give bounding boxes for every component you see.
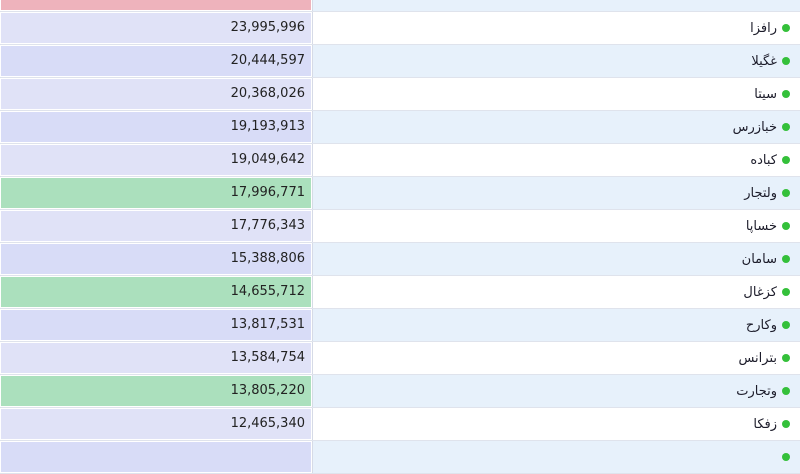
- status-dot-icon: [782, 387, 790, 395]
- volume-value: 19,193,913: [1, 112, 311, 142]
- symbol-name: ولتجار: [744, 185, 777, 201]
- symbol-volume-table: 23,995,996 رافزا 20,444,597 غگیلا 20,368,026…: [0, 0, 800, 474]
- volume-value: 13,817,531: [1, 310, 311, 340]
- status-dot-icon: [782, 288, 790, 296]
- volume-value: 23,995,996: [1, 13, 311, 43]
- symbol-name: بترانس: [738, 350, 777, 366]
- status-dot-icon: [782, 420, 790, 428]
- status-dot-icon: [782, 90, 790, 98]
- table-row[interactable]: 20,444,597 غگیلا: [0, 45, 800, 78]
- symbol-cell[interactable]: رافزا: [312, 12, 800, 44]
- status-dot-icon: [782, 156, 790, 164]
- symbol-name: غگیلا: [751, 53, 777, 69]
- symbol-cell[interactable]: ولتجار: [312, 177, 800, 209]
- volume-value: 20,444,597: [1, 46, 311, 76]
- symbol-cell[interactable]: سامان: [312, 243, 800, 275]
- symbol-cell[interactable]: سیتا: [312, 78, 800, 110]
- symbol-cell[interactable]: [312, 441, 800, 473]
- status-dot-icon: [782, 123, 790, 131]
- symbol-name: سیتا: [754, 86, 777, 102]
- table-row[interactable]: 12,465,340 زفکا: [0, 408, 800, 441]
- status-dot-icon: [782, 453, 790, 461]
- table-row[interactable]: 13,817,531 وکارح: [0, 309, 800, 342]
- volume-value: 14,655,712: [1, 277, 311, 307]
- symbol-cell[interactable]: کزغال: [312, 276, 800, 308]
- symbol-cell[interactable]: بترانس: [312, 342, 800, 374]
- volume-value: 13,805,220: [1, 376, 311, 406]
- table-row[interactable]: 19,193,913 خبازرس: [0, 111, 800, 144]
- symbol-name: زفکا: [753, 416, 777, 432]
- status-dot-icon: [782, 321, 790, 329]
- symbol-name: خساپا: [745, 218, 777, 234]
- symbol-cell[interactable]: وتجارت: [312, 375, 800, 407]
- symbol-cell[interactable]: خبازرس: [312, 111, 800, 143]
- table-row[interactable]: 13,805,220 وتجارت: [0, 375, 800, 408]
- symbol-cell[interactable]: [312, 0, 800, 11]
- table-row[interactable]: [0, 0, 800, 12]
- symbol-name: خبازرس: [732, 119, 777, 135]
- status-dot-icon: [782, 222, 790, 230]
- volume-value: 20,368,026: [1, 79, 311, 109]
- volume-value: 15,388,806: [1, 244, 311, 274]
- table-row[interactable]: 19,049,642 کباده: [0, 144, 800, 177]
- symbol-name: کزغال: [743, 284, 777, 300]
- table-row[interactable]: 14,655,712 کزغال: [0, 276, 800, 309]
- status-dot-icon: [782, 189, 790, 197]
- symbol-cell[interactable]: غگیلا: [312, 45, 800, 77]
- status-dot-icon: [782, 24, 790, 32]
- volume-value: 19,049,642: [1, 145, 311, 175]
- table-row[interactable]: 13,584,754 بترانس: [0, 342, 800, 375]
- symbol-cell[interactable]: وکارح: [312, 309, 800, 341]
- symbol-name: کباده: [750, 152, 777, 168]
- volume-value: 17,776,343: [1, 211, 311, 241]
- table-row[interactable]: 17,996,771 ولتجار: [0, 177, 800, 210]
- volume-value: 17,996,771: [1, 178, 311, 208]
- symbol-cell[interactable]: خساپا: [312, 210, 800, 242]
- table-row[interactable]: 23,995,996 رافزا: [0, 12, 800, 45]
- symbol-name: سامان: [741, 251, 777, 267]
- symbol-name: وکارح: [745, 317, 777, 333]
- symbol-name: وتجارت: [736, 383, 777, 399]
- status-dot-icon: [782, 255, 790, 263]
- status-dot-icon: [782, 57, 790, 65]
- table-row[interactable]: 20,368,026 سیتا: [0, 78, 800, 111]
- symbol-cell[interactable]: کباده: [312, 144, 800, 176]
- table-row[interactable]: 15,388,806 سامان: [0, 243, 800, 276]
- status-dot-icon: [782, 354, 790, 362]
- symbol-name: رافزا: [750, 20, 777, 36]
- volume-value: 12,465,340: [1, 409, 311, 439]
- volume-value: [1, 442, 311, 472]
- table-row[interactable]: 17,776,343 خساپا: [0, 210, 800, 243]
- volume-value: [1, 0, 311, 10]
- volume-value: 13,584,754: [1, 343, 311, 373]
- symbol-cell[interactable]: زفکا: [312, 408, 800, 440]
